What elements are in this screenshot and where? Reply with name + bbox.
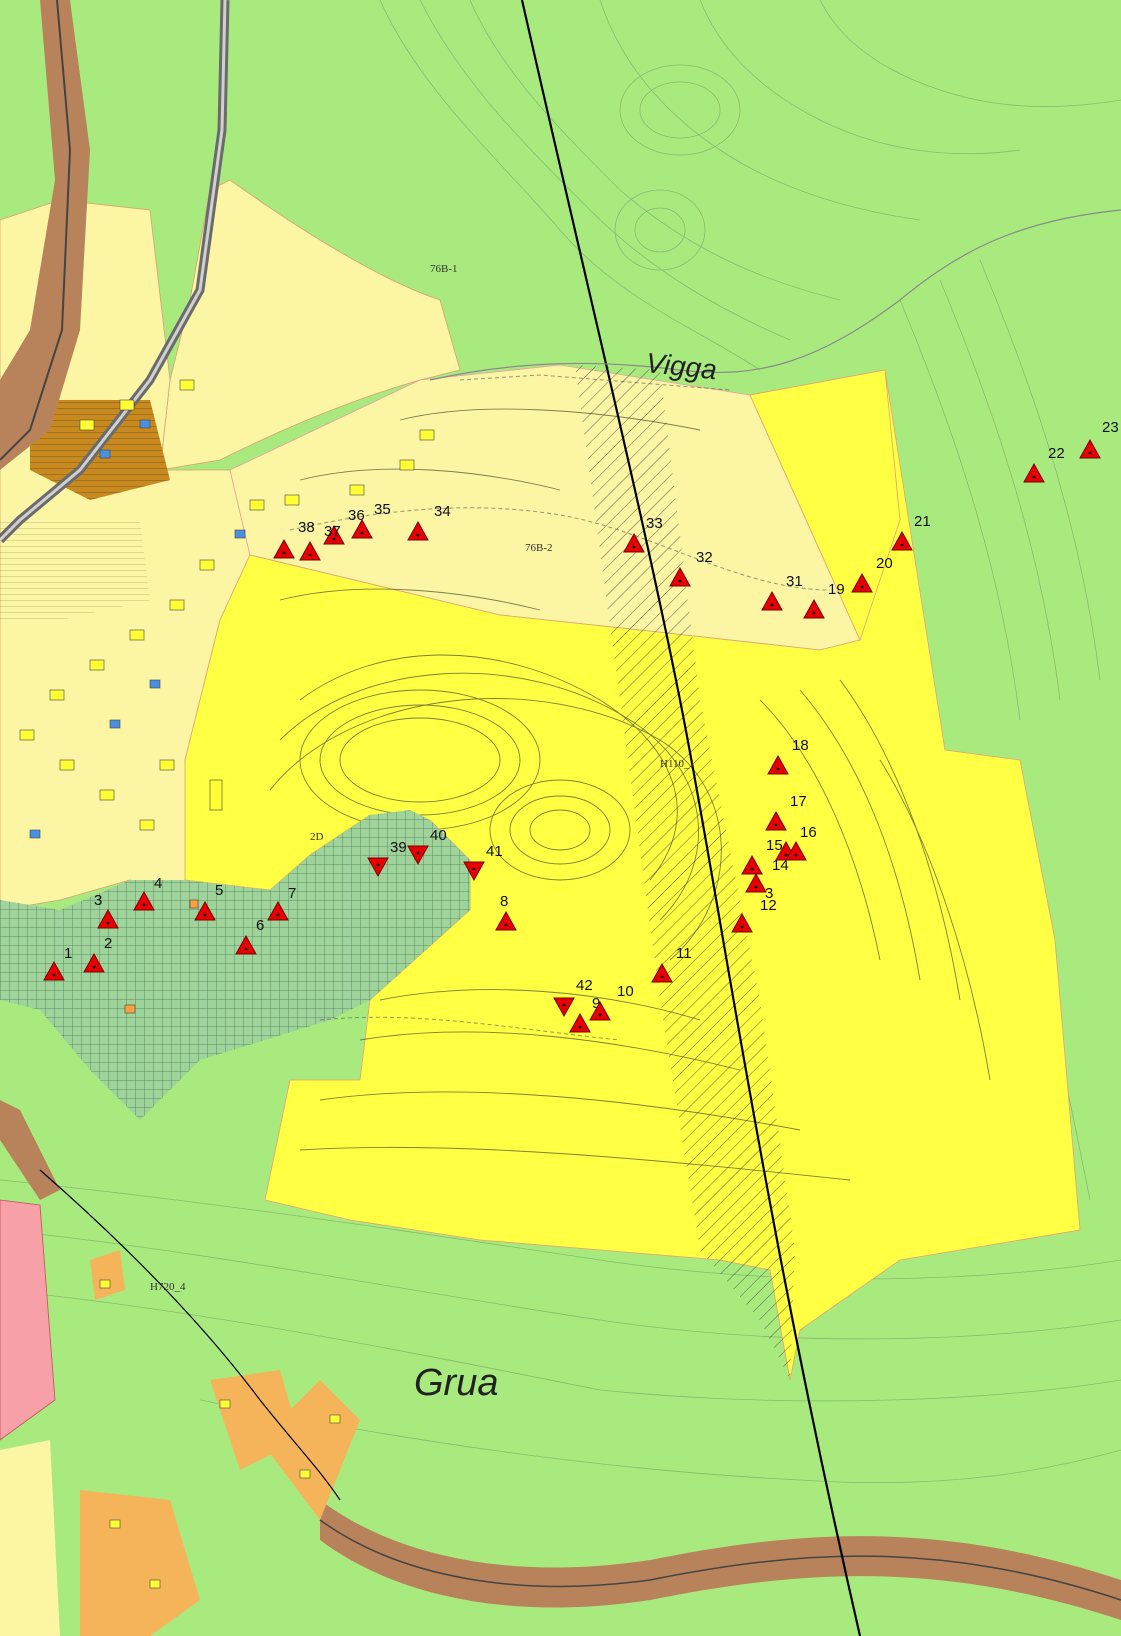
marker-center-dot [376,863,380,867]
marker-label: 2 [104,935,112,952]
marker-label: 16 [800,824,817,841]
marker-center-dot [308,553,312,557]
marker-label: 11 [676,945,692,962]
marker-label: 34 [434,503,451,520]
marker-center-dot [416,533,420,537]
marker-center-dot [812,611,816,615]
marker-label: 41 [486,843,503,860]
marker-center-dot [860,585,864,589]
marker-label: 37 [324,523,341,540]
marker-label: 40 [430,827,447,844]
marker-label: 35 [374,501,391,518]
zone-label-76b1: 76B-1 [430,263,458,275]
marker-center-dot [106,921,110,925]
marker-label: 15 [766,837,783,854]
marker-label: 6 [256,917,264,934]
marker-center-dot [774,823,778,827]
marker-label: 36 [348,507,365,524]
marker-center-dot [678,579,682,583]
marker-label: 38 [298,519,315,536]
zone-label-h720: H720_4 [150,1281,186,1293]
marker-label: 4 [154,875,162,892]
marker-center-dot [360,531,364,535]
marker-label: 33 [646,515,663,532]
map-container[interactable]: 76B-1 76B-2 H110_1 H720_4 2D Vigga Grua … [0,0,1121,1636]
marker-center-dot [1088,451,1092,455]
marker-label: 32 [696,549,713,566]
marker-center-dot [578,1025,582,1029]
marker-center-dot [52,973,56,977]
marker-label: 1 [64,945,72,962]
marker-center-dot [776,767,780,771]
marker-center-dot [276,913,280,917]
marker-center-dot [282,551,286,555]
marker-center-dot [598,1013,602,1017]
marker-center-dot [142,903,146,907]
marker-center-dot [416,851,420,855]
marker-center-dot [660,975,664,979]
zoning-map[interactable]: 76B-1 76B-2 H110_1 H720_4 2D Vigga Grua … [0,0,1121,1636]
marker-center-dot [472,867,476,871]
marker-label: 8 [500,893,508,910]
marker-center-dot [504,923,508,927]
residential-hatch [0,520,150,620]
marker-center-dot [740,925,744,929]
marker-center-dot [203,913,207,917]
marker-center-dot [1032,475,1036,479]
marker-label: 23 [1102,419,1119,436]
marker-label: 3 [765,885,773,902]
zone-label-76b2: 76B-2 [525,542,553,554]
marker-center-dot [244,947,248,951]
marker-label: 31 [786,573,803,590]
marker-center-dot [900,543,904,547]
marker-center-dot [632,545,636,549]
marker-center-dot [750,867,754,871]
marker-center-dot [770,603,774,607]
marker-label: 42 [576,977,593,994]
zone-label-2d: 2D [310,831,324,843]
marker-center-dot [784,853,788,857]
marker-label: 5 [215,882,223,899]
zone-label-h110: H110_1 [660,758,695,770]
marker-center-dot [92,965,96,969]
marker-label: 18 [792,737,809,754]
marker-label: 10 [617,983,634,1000]
marker-label: 21 [914,513,931,530]
place-name-grua: Grua [414,1362,498,1404]
marker-label: 17 [790,793,807,810]
marker-label: 19 [828,581,845,598]
marker-center-dot [562,1003,566,1007]
marker-label: 7 [288,885,296,902]
marker-center-dot [794,853,798,857]
marker-label: 22 [1048,445,1065,462]
marker-label: 39 [390,839,407,856]
marker-label: 20 [876,555,893,572]
yellow-area-south[interactable] [0,1440,60,1636]
marker-center-dot [754,885,758,889]
marker-label: 3 [94,892,102,909]
